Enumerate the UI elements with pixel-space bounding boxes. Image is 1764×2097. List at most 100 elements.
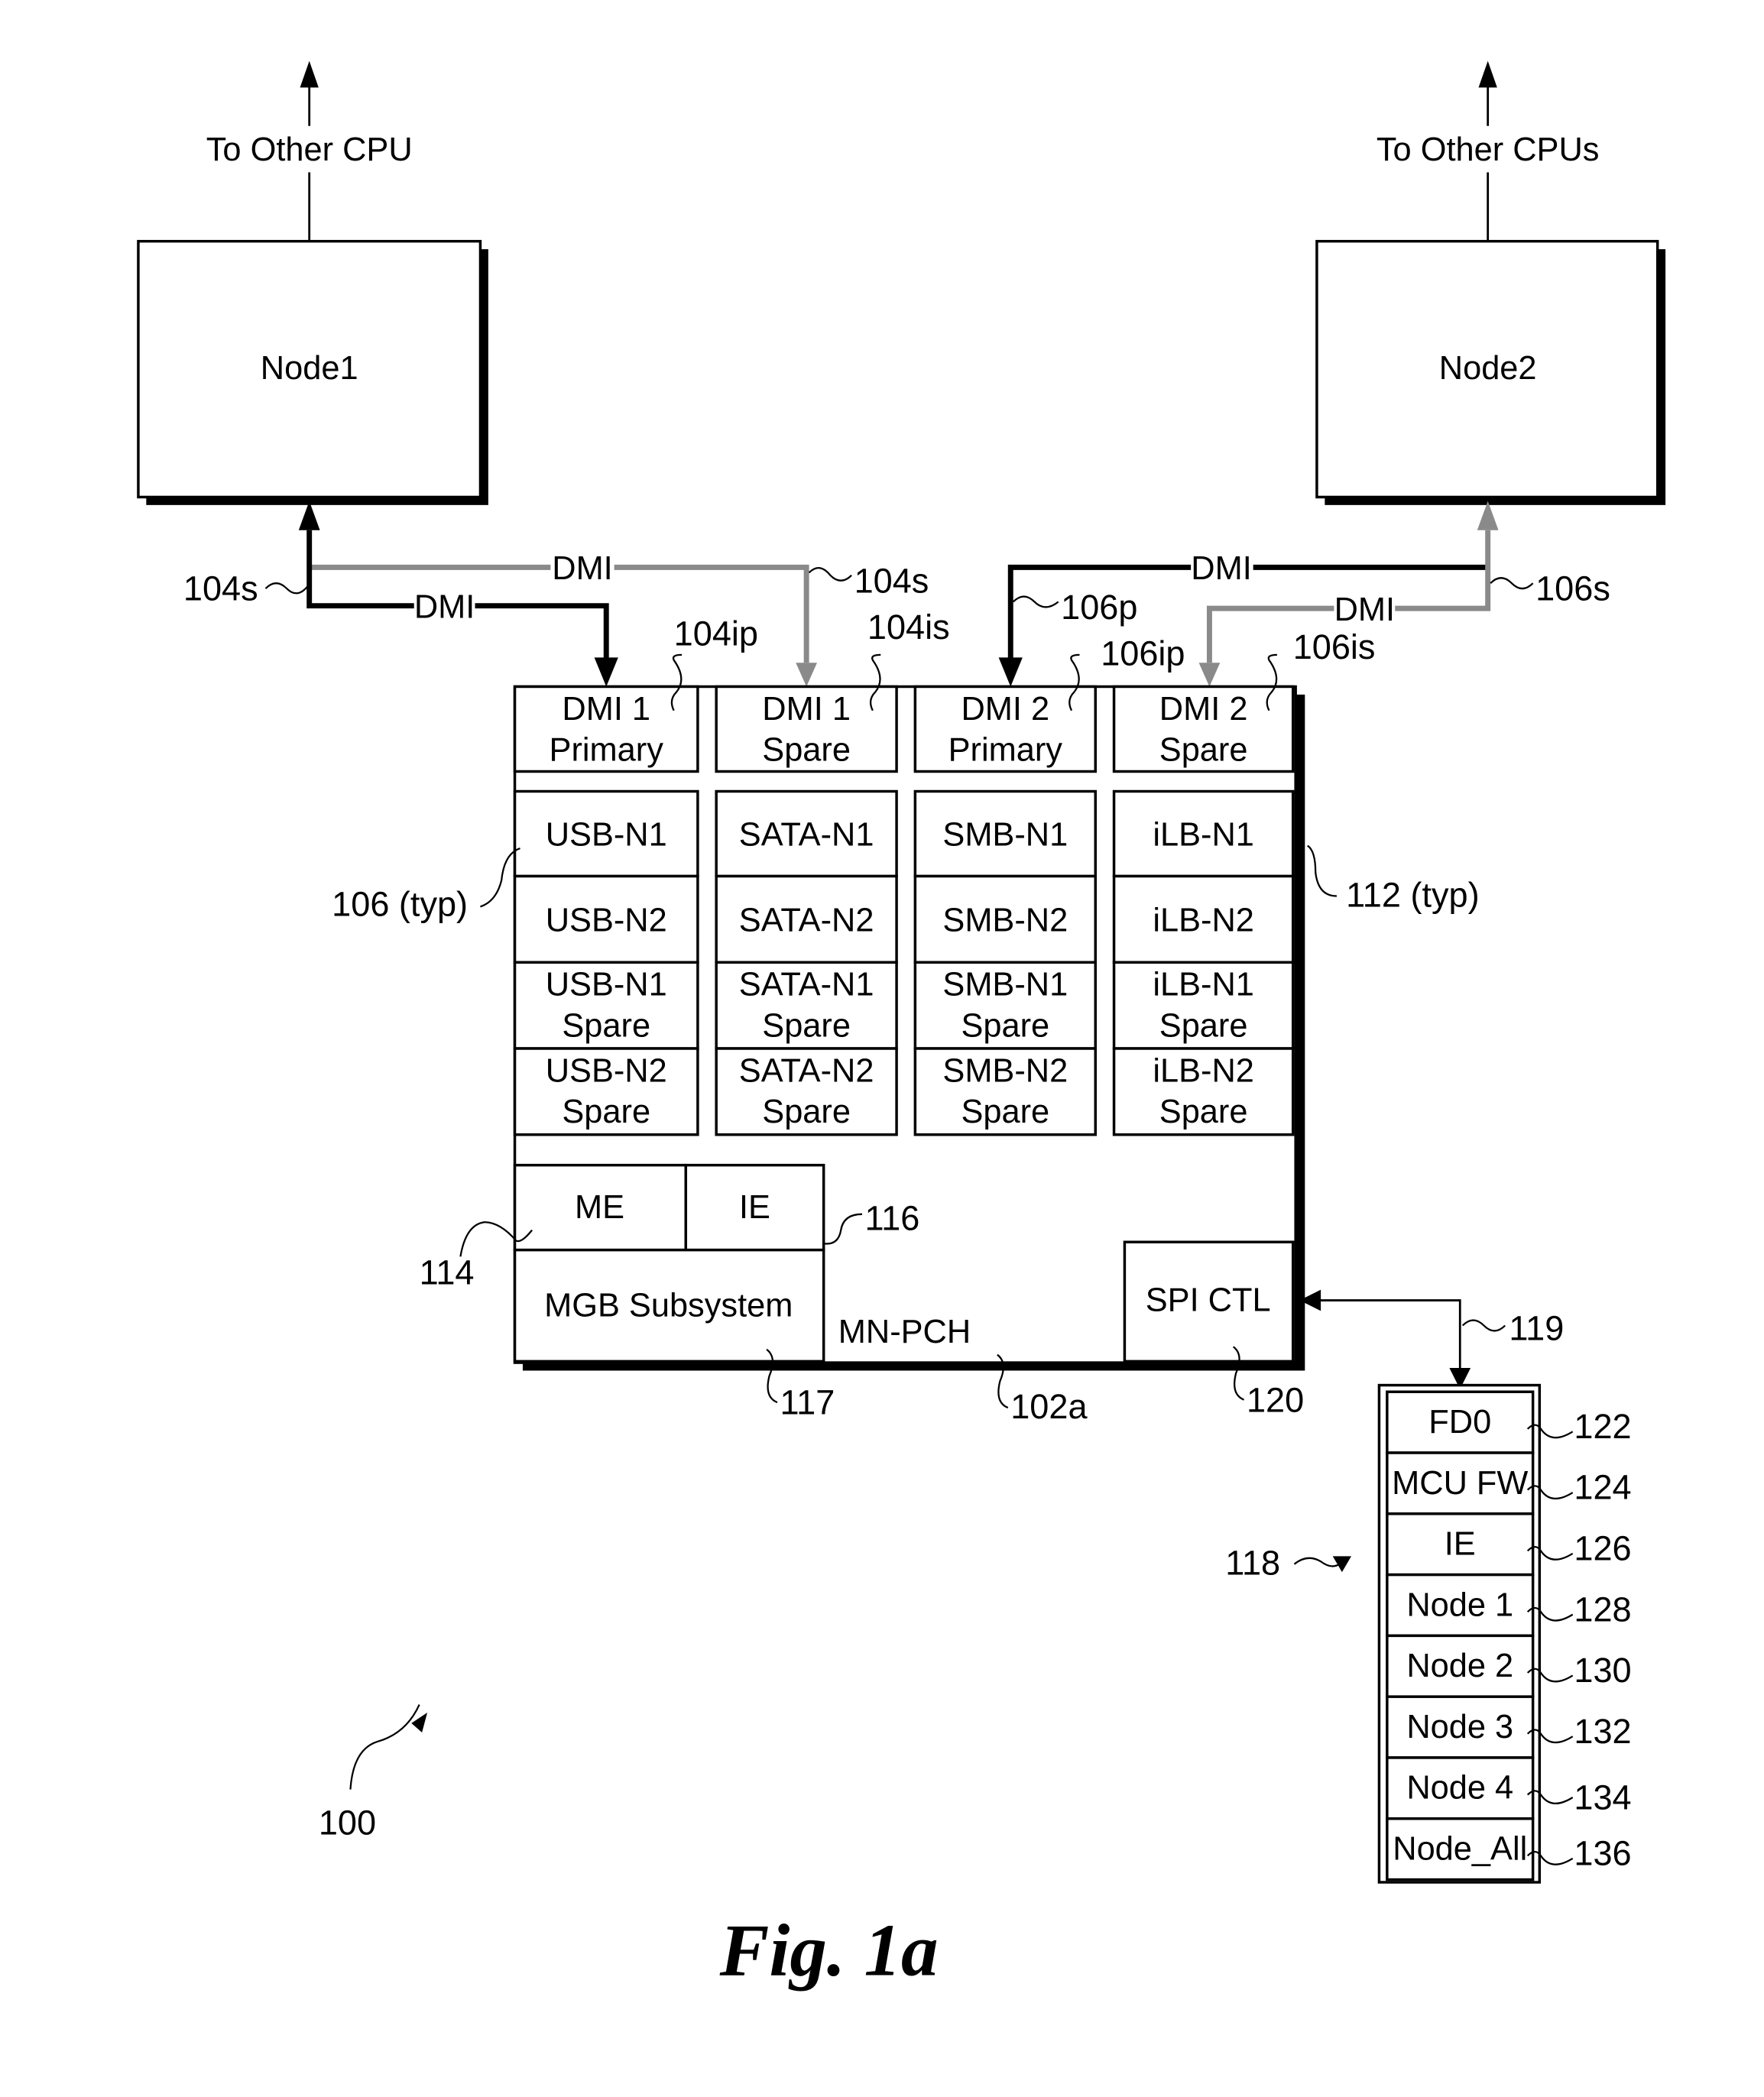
dmi-port-name: DMI 1 (762, 691, 851, 728)
flash-region: Node_All 136 (1386, 1817, 1632, 1881)
io-cell-name: USB-N1 (546, 967, 667, 1003)
pch-label: MN-PCH (838, 1314, 971, 1350)
arrow-up-icon (298, 501, 320, 530)
io-cell-role: Spare (1159, 1094, 1248, 1130)
leader-line (1307, 844, 1337, 897)
flash-region-label: FD0 (1428, 1404, 1491, 1441)
ie-label: IE (739, 1189, 770, 1226)
io-cell-name: iLB-N2 (1153, 902, 1254, 938)
ref-117: 117 (780, 1383, 835, 1422)
flash-region-ref: 134 (1574, 1778, 1631, 1817)
flash-region-ref: 130 (1574, 1651, 1631, 1690)
flash-region-ref: 128 (1574, 1590, 1631, 1629)
leader-line (1490, 577, 1534, 590)
flash-region: Node 1 128 (1386, 1573, 1632, 1638)
dmi-primary-label-2: DMI (1191, 550, 1251, 587)
io-cell-role: Spare (1159, 1007, 1248, 1044)
io-cell-name: iLB-N1 (1153, 967, 1254, 1003)
flash-region-label: IE (1445, 1526, 1476, 1563)
io-cell-name: SMB-N1 (942, 967, 1068, 1003)
ref-104s: 104s (183, 569, 258, 608)
io-cell: USB-N1 (513, 789, 699, 878)
spi-link: 119 (1299, 1289, 1564, 1389)
ref-100: 100 (319, 1804, 376, 1843)
flash-region: Node 3 132 (1386, 1695, 1632, 1759)
flash-region-ref: 122 (1574, 1407, 1631, 1446)
io-cell-name: SATA-N2 (739, 1052, 874, 1089)
leader-line (1012, 595, 1059, 608)
dmi-port-role: Primary (948, 732, 1063, 769)
flash-region: Node 2 130 (1386, 1634, 1632, 1698)
io-cell: USB-N2 Spare (513, 1047, 699, 1136)
leader-line (1293, 1557, 1341, 1567)
arrow-down-icon (1332, 1556, 1352, 1573)
io-cell: USB-N1 Spare (513, 961, 699, 1050)
arrow-down-icon (998, 657, 1023, 687)
io-cell-role: Spare (762, 1007, 851, 1044)
io-cell-name: SMB-N2 (942, 902, 1068, 938)
io-cell-name: SATA-N1 (739, 967, 874, 1003)
flash-region-label: Node_All (1393, 1831, 1527, 1868)
io-cell-role: Spare (562, 1094, 650, 1130)
dmi-links-node1: DMI DMI 104s 104s (183, 501, 929, 687)
dmi-port-role: Spare (762, 732, 851, 769)
dmi-port-name: DMI 2 (1159, 691, 1248, 728)
dmi-port-name: DMI 2 (961, 691, 1049, 728)
ref-106-typ: 106 (typ) (332, 885, 468, 924)
ref-104s-right: 104s (854, 561, 929, 600)
flash-region-label: Node 3 (1406, 1709, 1513, 1745)
io-cell-role: Spare (762, 1094, 851, 1130)
node2: To Other CPUs Node2 (1315, 60, 1666, 505)
port-ref: 104ip (674, 614, 758, 653)
flash-region-label: Node 1 (1406, 1587, 1513, 1623)
uplink-label: To Other CPUs (1377, 131, 1600, 168)
ref-106p: 106p (1061, 588, 1137, 627)
io-cell: USB-N2 (513, 874, 699, 964)
node1: To Other CPU Node1 (137, 60, 488, 505)
io-cell: iLB-N2 (1112, 874, 1295, 964)
io-cell: SMB-N2 Spare (913, 1047, 1097, 1136)
dmi-port-role: Primary (550, 732, 664, 769)
io-cell-role: Spare (961, 1007, 1049, 1044)
io-cell-name: SMB-N1 (942, 817, 1068, 854)
ref-118: 118 (1225, 1544, 1280, 1583)
leader-line (264, 582, 309, 595)
ref-120: 120 (1247, 1380, 1304, 1419)
arrow-down-icon (796, 663, 818, 687)
io-cell: SMB-N2 (913, 874, 1097, 964)
port-ref: 106is (1293, 627, 1376, 666)
uplink-label: To Other CPU (206, 131, 413, 168)
system-ref: 100 (319, 1704, 428, 1843)
figure-caption: Fig. 1a (719, 1909, 939, 1992)
node2-label: Node2 (1439, 350, 1537, 387)
flash-region-ref: 132 (1574, 1712, 1631, 1751)
ref-114: 114 (420, 1253, 475, 1292)
io-cell: SATA-N2 Spare (715, 1047, 898, 1136)
flash-regions: FD0 122MCU FW 124IE 126Node 1 128Node 2 130No… (1386, 1390, 1632, 1881)
ref-116: 116 (864, 1199, 919, 1238)
io-cell-name: SATA-N2 (739, 902, 874, 938)
patent-figure: To Other CPU Node1 To Other CPUs Node2 D… (137, 60, 1666, 1992)
arrow-up-icon (300, 60, 319, 88)
dmi-port-name: DMI 1 (562, 691, 650, 728)
flash-region: MCU FW 124 (1386, 1451, 1632, 1515)
ref-119: 119 (1509, 1309, 1564, 1348)
io-cell: SATA-N1 Spare (715, 961, 898, 1050)
flash-region: Node 4 134 (1386, 1756, 1632, 1820)
io-cell: iLB-N2 Spare (1112, 1047, 1295, 1136)
flash-region-label: Node 2 (1406, 1648, 1513, 1684)
flash-region-ref: 126 (1574, 1529, 1631, 1568)
ref-102a: 102a (1010, 1387, 1088, 1426)
port-ref: 106ip (1101, 634, 1185, 673)
arrow-up-icon (1477, 501, 1499, 530)
flash-region-label: MCU FW (1392, 1465, 1528, 1502)
port-ref: 104is (867, 608, 950, 647)
flash-device: FD0 122MCU FW 124IE 126Node 1 128Node 2 130No… (1225, 1383, 1632, 1884)
dmi-spare-label-2: DMI (1334, 592, 1395, 628)
spi-link-line (1319, 1299, 1461, 1371)
io-cell: iLB-N1 Spare (1112, 961, 1295, 1050)
io-cell-name: USB-N1 (546, 817, 667, 854)
spi-ctl-label: SPI CTL (1146, 1282, 1271, 1318)
flash-region-ref: 136 (1574, 1833, 1631, 1872)
io-cell-name: iLB-N2 (1153, 1052, 1254, 1089)
